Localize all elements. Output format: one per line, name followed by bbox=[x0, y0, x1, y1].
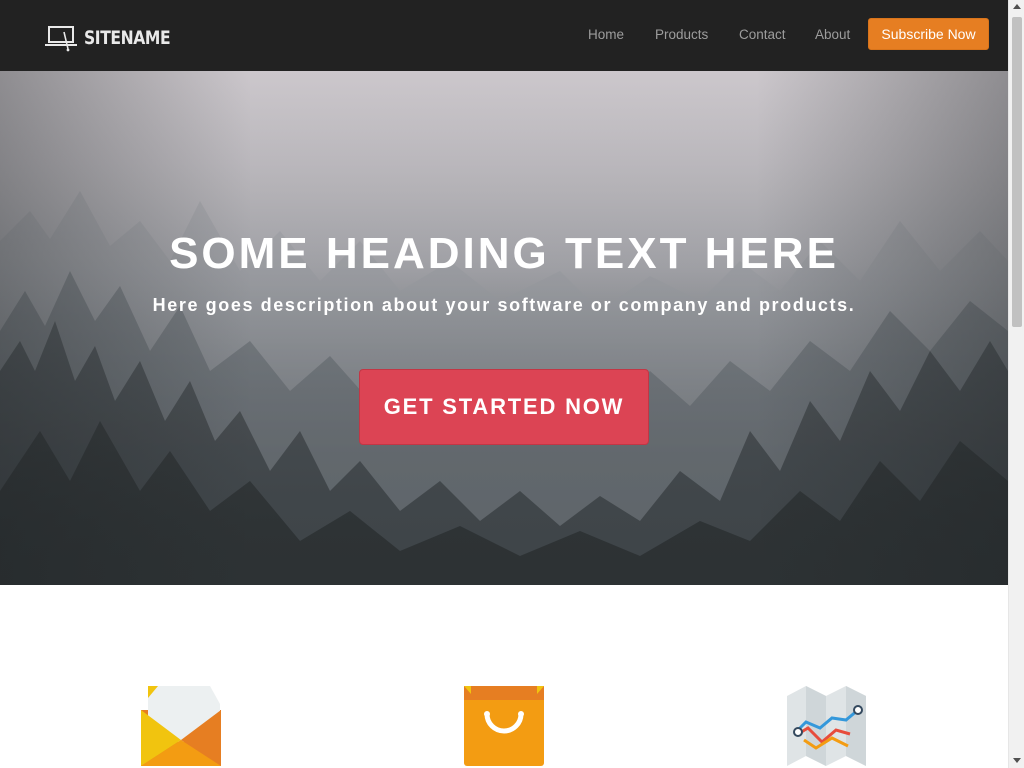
brand-name: SITENAME bbox=[84, 27, 171, 49]
map-icon bbox=[787, 686, 866, 766]
scroll-up-arrow-icon[interactable] bbox=[1013, 4, 1021, 9]
nav-contact[interactable]: Contact bbox=[739, 27, 786, 42]
navbar: SITENAME Home Products Contact About Sub… bbox=[0, 0, 1008, 71]
subscribe-button[interactable]: Subscribe Now bbox=[868, 18, 989, 50]
get-started-button[interactable]: GET STARTED NOW bbox=[359, 369, 649, 445]
hero-title: SOME HEADING TEXT HERE bbox=[169, 229, 839, 278]
scroll-thumb[interactable] bbox=[1012, 17, 1022, 327]
page: SITENAME Home Products Contact About Sub… bbox=[0, 0, 1008, 768]
hero-section: SOME HEADING TEXT HERE Here goes descrip… bbox=[0, 71, 1008, 585]
shopping-bag-icon bbox=[464, 686, 544, 766]
vertical-scrollbar[interactable] bbox=[1008, 0, 1024, 768]
laptop-icon bbox=[45, 26, 77, 52]
brand-link[interactable]: SITENAME bbox=[44, 24, 189, 52]
nav-home[interactable]: Home bbox=[588, 27, 624, 42]
hero-background-image bbox=[0, 71, 1008, 585]
nav-products[interactable]: Products bbox=[655, 27, 708, 42]
nav-about[interactable]: About bbox=[815, 27, 850, 42]
features-section bbox=[0, 585, 1008, 768]
envelope-icon bbox=[141, 686, 221, 766]
scroll-down-arrow-icon[interactable] bbox=[1013, 758, 1021, 763]
hero-description: Here goes description about your softwar… bbox=[152, 295, 856, 315]
